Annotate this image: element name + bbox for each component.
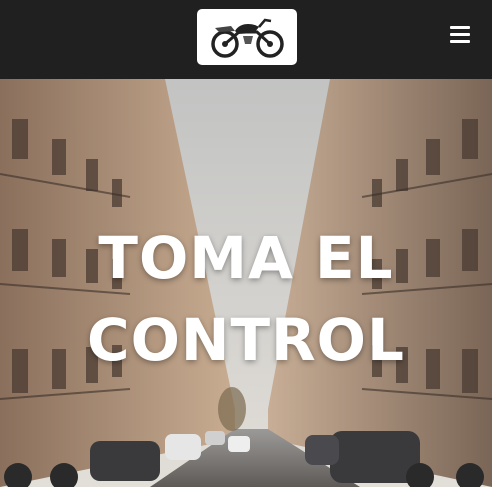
hero-title-line-1: TOMA EL	[98, 224, 394, 292]
hero-title-line-2: CONTROL	[87, 306, 405, 374]
top-navigation-bar	[0, 0, 492, 79]
hamburger-menu-icon[interactable]	[446, 22, 476, 46]
logo-button[interactable]	[197, 9, 297, 65]
motorcycle-icon	[211, 18, 284, 58]
hero-banner: TOMA EL CONTROL	[0, 79, 492, 487]
hero-title: TOMA EL CONTROL	[0, 217, 492, 381]
